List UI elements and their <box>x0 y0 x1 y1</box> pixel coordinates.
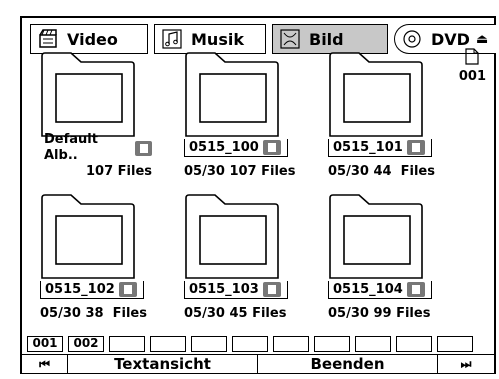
album-file-count: 107 Files <box>229 164 296 179</box>
page-counter: 001 <box>459 48 486 84</box>
page-cell[interactable] <box>314 336 350 352</box>
album-name-text: 0515_103 <box>189 281 259 297</box>
album-info: 05/30 45 Files <box>184 306 286 321</box>
album-info: 05/30 99 Files <box>328 306 430 321</box>
photo-icon <box>279 28 301 50</box>
page-cell[interactable] <box>109 336 145 352</box>
album-name: 0515_103 <box>184 281 288 299</box>
folder-icon <box>185 52 279 137</box>
page-cell[interactable] <box>396 336 432 352</box>
previous-button[interactable]: ⏮ <box>22 355 68 373</box>
album-file-count: 99 Files <box>373 306 431 321</box>
document-icon <box>406 140 425 155</box>
exit-button[interactable]: Beenden <box>258 355 438 373</box>
album-file-count: 45 Files <box>229 306 287 321</box>
text-view-label: Textansicht <box>114 355 211 373</box>
page-cell[interactable]: 001 <box>27 336 63 352</box>
page-cell[interactable] <box>232 336 268 352</box>
album-date: 05/30 <box>184 306 225 321</box>
tab-dvd-label: DVD <box>431 29 470 49</box>
page-counter-value: 001 <box>458 69 486 84</box>
page-strip: 001 002 <box>27 336 489 352</box>
film-icon <box>37 28 59 50</box>
album-file-count: 44 Files <box>373 164 435 179</box>
album-name-text: 0515_101 <box>333 139 403 155</box>
page-cell[interactable] <box>191 336 227 352</box>
tab-video-label: Video <box>67 29 118 49</box>
tab-musik-label: Musik <box>191 29 244 49</box>
album-date: 05/30 <box>328 164 369 179</box>
album-name: 0515_101 <box>328 139 432 157</box>
folder-icon <box>41 194 135 279</box>
folder-icon <box>185 194 279 279</box>
next-button[interactable]: ⏭ <box>438 355 494 373</box>
album-name: 0515_102 <box>40 281 144 299</box>
eject-icon: ⏏ <box>475 31 489 47</box>
album-name-text: 0515_102 <box>45 281 115 297</box>
document-icon <box>262 140 281 155</box>
album-info: 05/30 38 Files <box>40 306 147 321</box>
album-date: 05/30 <box>40 306 81 321</box>
album-name: 0515_104 <box>328 281 432 299</box>
album-name: 0515_100 <box>184 139 288 157</box>
disc-icon <box>401 28 423 50</box>
skip-next-icon: ⏭ <box>460 356 472 371</box>
text-view-button[interactable]: Textansicht <box>68 355 258 373</box>
skip-previous-icon: ⏮ <box>39 356 50 371</box>
page-cell[interactable]: 002 <box>68 336 104 352</box>
page-cell[interactable] <box>273 336 309 352</box>
folder-icon <box>329 194 423 279</box>
album-name-text: Default Alb.. <box>44 132 98 163</box>
page-cell[interactable] <box>437 336 473 352</box>
bottom-toolbar: ⏮ Textansicht Beenden ⏭ <box>22 354 494 374</box>
album-name-text: 0515_104 <box>333 281 403 297</box>
album-info: 107 Files <box>86 164 152 179</box>
folder-icon <box>41 52 135 137</box>
media-browser-window: Video Musik Bild DVD ⏏ 001 Default Alb..… <box>20 16 496 374</box>
album-info: 05/30 44 Files <box>328 164 435 179</box>
album-info: 05/30 107 Files <box>184 164 295 179</box>
document-icon <box>118 282 137 297</box>
album-name-text: 0515_100 <box>189 139 259 155</box>
music-note-icon <box>161 28 183 50</box>
tab-musik[interactable]: Musik <box>154 24 266 54</box>
tab-video[interactable]: Video <box>30 24 148 54</box>
document-icon <box>262 282 281 297</box>
document-icon <box>406 282 425 297</box>
album-name: Default Alb.. <box>40 132 152 163</box>
exit-label: Beenden <box>310 355 385 373</box>
page-icon <box>465 48 480 65</box>
tab-bild-label: Bild <box>309 29 344 49</box>
album-file-count: 38 Files <box>85 306 147 321</box>
page-cell[interactable] <box>150 336 186 352</box>
document-icon <box>135 140 152 156</box>
page-cell[interactable] <box>355 336 391 352</box>
album-date: 05/30 <box>328 306 369 321</box>
album-file-count: 107 Files <box>86 164 153 179</box>
album-date: 05/30 <box>184 164 225 179</box>
tab-bild[interactable]: Bild <box>272 24 388 54</box>
folder-icon <box>329 52 423 137</box>
